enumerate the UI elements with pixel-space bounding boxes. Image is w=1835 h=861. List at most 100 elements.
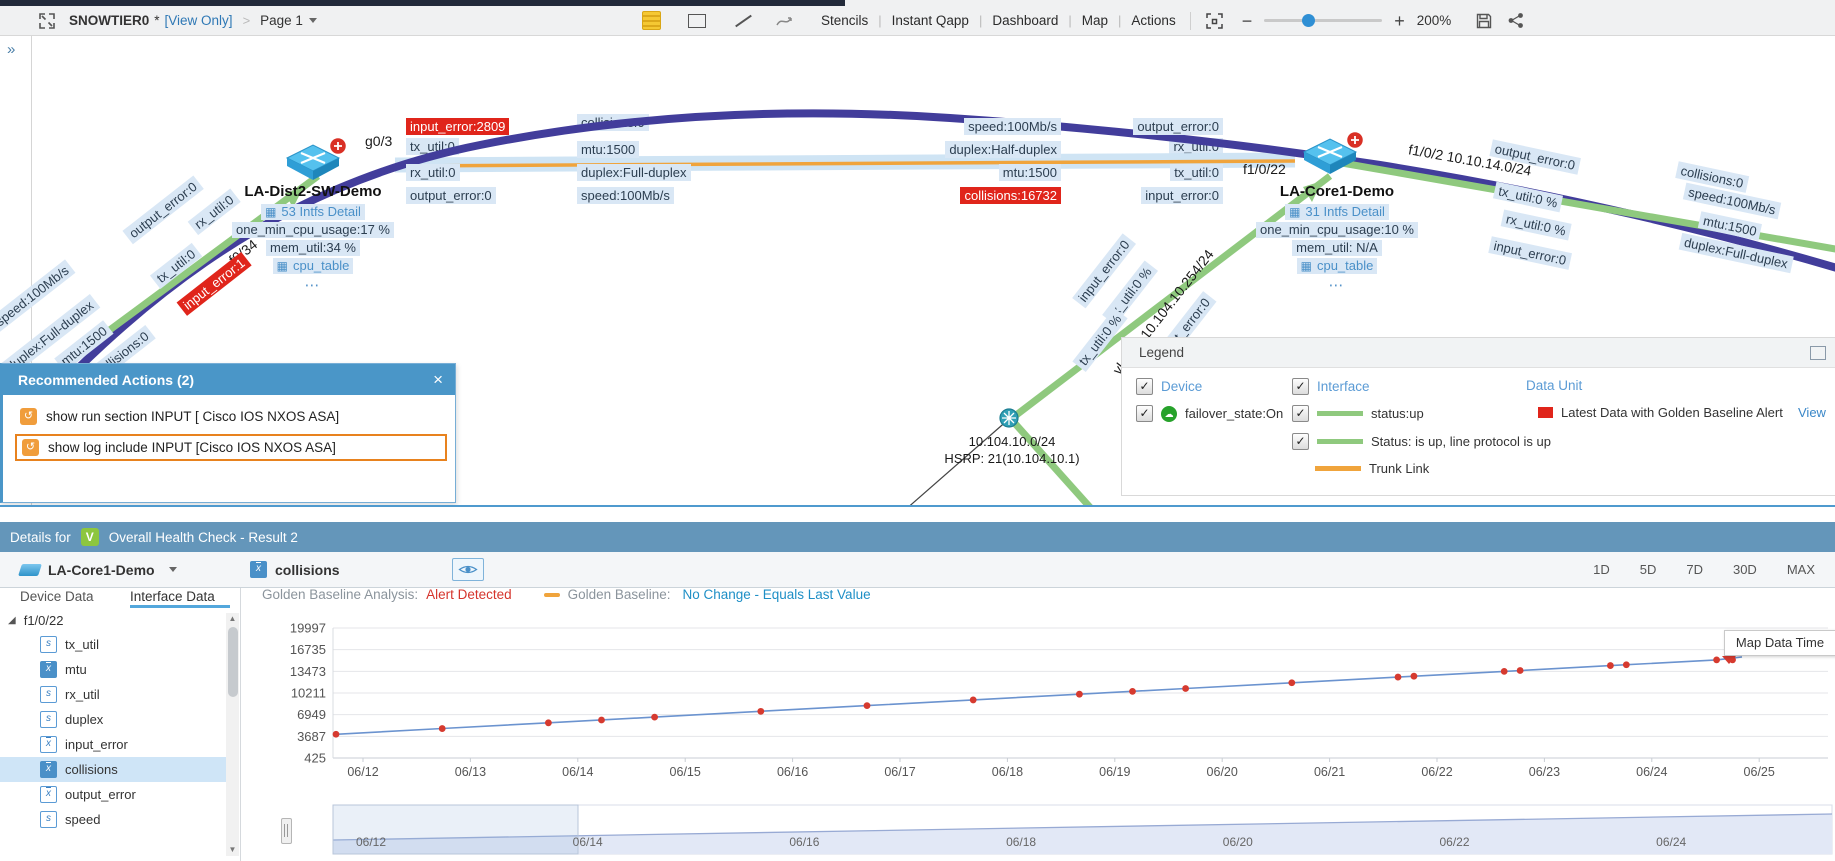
data-point[interactable] — [1713, 656, 1720, 663]
metric-item-tx_util[interactable]: stx_util — [0, 632, 226, 657]
metric-item-input_error[interactable]: xinput_error — [0, 732, 226, 757]
data-point[interactable] — [970, 697, 977, 704]
breadcrumb-page[interactable]: Page 1 — [260, 13, 303, 28]
divider: | — [878, 13, 881, 28]
zoom-level: 200% — [1417, 13, 1452, 28]
data-point[interactable] — [545, 719, 552, 726]
data-point[interactable] — [1517, 667, 1524, 674]
fit-screen-icon[interactable] — [1205, 12, 1224, 30]
zoom-in-button[interactable]: + — [1394, 12, 1405, 30]
data-point[interactable] — [1076, 691, 1083, 698]
note-tool-icon[interactable] — [642, 11, 661, 30]
eye-toggle[interactable] — [452, 558, 484, 581]
range-button-1d[interactable]: 1D — [1593, 562, 1610, 577]
menu-item-map[interactable]: Map — [1082, 13, 1108, 28]
close-icon[interactable]: × — [433, 370, 443, 390]
view-only-link[interactable]: [View Only] — [165, 13, 233, 28]
action-item[interactable]: ↺ show run section INPUT [ Cisco IOS NXO… — [15, 405, 447, 428]
brush-grip-handle[interactable] — [281, 818, 292, 844]
checkbox-checked[interactable]: ✓ — [1292, 378, 1309, 395]
link-metric-label: output_error:0 — [1133, 118, 1223, 135]
data-point[interactable] — [598, 717, 605, 724]
checkbox-checked[interactable]: ✓ — [1136, 405, 1153, 422]
qapp-icon: ↺ — [22, 439, 39, 456]
menu-item-dashboard[interactable]: Dashboard — [992, 13, 1058, 28]
x-tick-label: 06/25 — [1744, 765, 1775, 779]
x-tick-label: 06/22 — [1421, 765, 1452, 779]
menu-item-instant-qapp[interactable]: Instant Qapp — [892, 13, 969, 28]
intfs-detail-link[interactable]: ▦53 Intfs Detail — [261, 204, 365, 220]
save-icon[interactable] — [1475, 12, 1493, 30]
device-name[interactable]: LA-Core1-Demo — [1280, 183, 1394, 200]
x-tick-label: 06/17 — [884, 765, 915, 779]
line-tool-icon[interactable] — [735, 14, 752, 27]
data-point[interactable] — [333, 731, 340, 738]
data-point[interactable] — [757, 708, 764, 715]
data-point[interactable] — [1395, 674, 1402, 681]
data-point[interactable] — [1411, 673, 1418, 680]
data-point[interactable] — [1182, 685, 1189, 692]
action-item-selected[interactable]: ↺ show log include INPUT [Cisco IOS NXOS… — [15, 434, 447, 461]
more-dots[interactable]: ⋯ — [305, 276, 322, 294]
device-name[interactable]: LA-Dist2-SW-Demo — [244, 183, 381, 200]
table-icon: ▦ — [1289, 206, 1300, 218]
tree-expand-icon[interactable]: ◢ — [8, 615, 16, 626]
recommended-actions-panel: Recommended Actions (2) × ↺ show run sec… — [0, 363, 456, 503]
x-tick-label: 06/24 — [1636, 765, 1667, 779]
metric-item-output_error[interactable]: xoutput_error — [0, 782, 226, 807]
metric-item-rx_util[interactable]: srx_util — [0, 682, 226, 707]
list-scrollbar[interactable]: ▲ ▼ — [226, 613, 239, 856]
cpu-table-link[interactable]: ▦cpu_table — [273, 258, 354, 274]
tab-device-data[interactable]: Device Data — [20, 589, 94, 604]
scroll-down-icon[interactable]: ▼ — [226, 844, 239, 856]
map-canvas[interactable]: » g0/3tx_util:0collisions:0rx_util:0f1/0… — [0, 0, 1835, 505]
collisions-chart[interactable]: 199971673513473102116949368742506/1206/1… — [240, 585, 1835, 861]
metric-item-duplex[interactable]: sduplex — [0, 707, 226, 732]
zoom-slider-handle[interactable] — [1302, 14, 1315, 27]
metric-item-label: collisions — [65, 762, 118, 777]
data-point[interactable] — [1129, 688, 1136, 695]
data-point[interactable] — [1501, 668, 1508, 675]
legend-view-link[interactable]: View — [1798, 405, 1826, 420]
range-button-7d[interactable]: 7D — [1686, 562, 1703, 577]
cpu-usage-label: one_min_cpu_usage:10 % — [1256, 222, 1418, 238]
curve-tool-icon[interactable] — [775, 13, 797, 29]
scroll-up-icon[interactable]: ▲ — [226, 613, 239, 625]
data-point[interactable] — [1288, 679, 1295, 686]
range-button-max[interactable]: MAX — [1787, 562, 1815, 577]
range-button-5d[interactable]: 5D — [1640, 562, 1657, 577]
table-icon: ▦ — [265, 206, 276, 218]
range-button-30d[interactable]: 30D — [1733, 562, 1757, 577]
share-icon[interactable] — [1507, 12, 1525, 29]
data-point[interactable] — [864, 702, 871, 709]
interface-group[interactable]: ◢ f1/0/22 — [0, 608, 226, 632]
expand-map-icon[interactable] — [38, 12, 56, 30]
device-selector[interactable]: LA-Core1-Demo — [20, 552, 177, 587]
hsrp-label: HSRP: 21(10.104.10.1) — [944, 451, 1079, 466]
chevron-down-icon[interactable] — [309, 18, 317, 23]
intfs-detail-link[interactable]: ▦31 Intfs Detail — [1285, 204, 1389, 220]
toolbar: SNOWTIER0 * [View Only] > Page 1 Stencil… — [0, 0, 1835, 36]
menu-item-actions[interactable]: Actions — [1131, 13, 1175, 28]
tab-interface-data[interactable]: Interface Data — [130, 589, 215, 604]
line-swatch-green — [1317, 439, 1363, 444]
zoom-out-button[interactable]: − — [1242, 12, 1253, 30]
checkbox-checked[interactable]: ✓ — [1136, 378, 1153, 395]
zoom-slider[interactable] — [1264, 19, 1382, 22]
scrollbar-thumb[interactable] — [228, 627, 238, 697]
cpu-table-link[interactable]: ▦cpu_table — [1297, 258, 1378, 274]
metric-item-collisions[interactable]: xcollisions — [0, 757, 226, 782]
data-point[interactable] — [1623, 661, 1630, 668]
popout-icon[interactable] — [1810, 346, 1826, 360]
menu-item-stencils[interactable]: Stencils — [821, 13, 868, 28]
checkbox-checked[interactable]: ✓ — [1292, 433, 1309, 450]
rectangle-tool-icon[interactable] — [688, 14, 706, 28]
data-point[interactable] — [439, 725, 446, 732]
metric-item-mtu[interactable]: xmtu — [0, 657, 226, 682]
data-point[interactable] — [1607, 662, 1614, 669]
metric-item-speed[interactable]: sspeed — [0, 807, 226, 832]
data-point[interactable] — [651, 714, 658, 721]
more-dots[interactable]: ⋯ — [1329, 276, 1346, 294]
checkbox-checked[interactable]: ✓ — [1292, 405, 1309, 422]
panel-splitter[interactable] — [0, 505, 1835, 507]
